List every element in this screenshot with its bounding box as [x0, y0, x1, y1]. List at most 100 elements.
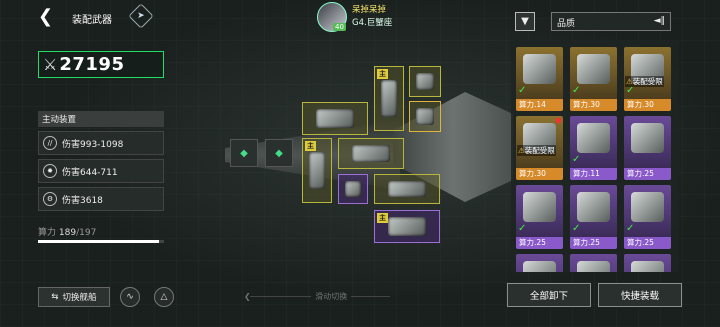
weapon-card[interactable] — [516, 254, 563, 272]
combat-power-panel: ⚔ 27195 — [38, 51, 164, 78]
card-power-label: 算力.30 — [516, 168, 563, 180]
turret-icon — [577, 123, 610, 153]
compute-label: 算力 — [38, 228, 57, 238]
active-skill-2[interactable]: ✸ 伤害644-711 — [38, 159, 164, 183]
turret-icon — [315, 109, 355, 128]
skill-damage-label: 伤害3618 — [62, 195, 103, 206]
turret-icon — [351, 144, 391, 163]
compute-bar-fill — [38, 240, 159, 243]
card-power-label: 算力.14 — [516, 99, 563, 111]
weapon-slot-main[interactable]: 主 — [374, 210, 440, 243]
claw-icon: // — [43, 136, 57, 150]
turret-icon — [523, 261, 556, 272]
main-tag: 主 — [305, 141, 316, 151]
restricted-warning: ⚠装配受限 — [625, 76, 664, 87]
turret-icon — [308, 151, 326, 190]
weapon-slot[interactable] — [338, 138, 404, 169]
active-skill-3[interactable]: ⚙ 伤害3618 — [38, 187, 164, 211]
card-power-label: 算力.25 — [516, 237, 563, 249]
compute-bar — [38, 240, 164, 243]
weapon-card[interactable]: ✓ ⚠装配受限 算力.30 — [624, 47, 671, 111]
empty-slot[interactable]: ◆ — [265, 139, 293, 167]
turret-icon — [577, 261, 610, 272]
card-power-label: 算力.25 — [624, 168, 671, 180]
weapon-card[interactable]: ✓ 算力.30 — [570, 47, 617, 111]
turret-icon — [416, 107, 434, 126]
unload-all-button[interactable]: 全部卸下 — [507, 283, 591, 307]
weapon-slot[interactable] — [409, 66, 441, 97]
turret-icon — [577, 192, 610, 222]
weapon-card[interactable]: 算力.25 — [624, 116, 671, 180]
weapon-card[interactable] — [624, 254, 671, 272]
sort-order-icon: ◄‖ — [653, 16, 665, 26]
back-button[interactable]: ❮ — [38, 8, 54, 26]
wave-icon-button[interactable]: ∿ — [120, 287, 140, 307]
switch-ship-label: 切换舰船 — [62, 293, 97, 303]
weapon-inventory-grid[interactable]: ✓ 算力.14 ✓ 算力.30 ✓ ⚠装配受限 算力.30 ⚠装配受限 算力.30 ✓ 算力.11 算… — [511, 40, 679, 272]
filter-button[interactable]: ▼ — [515, 12, 535, 31]
weapon-card[interactable] — [570, 254, 617, 272]
equipped-check-icon: ✓ — [626, 223, 635, 234]
player-name: 呆掉呆掉 — [352, 5, 387, 15]
player-level-badge: 40 — [333, 23, 346, 31]
new-dot-icon — [556, 118, 561, 123]
gear-icon: ⚙ — [43, 192, 57, 206]
turret-icon — [631, 261, 664, 272]
weapon-card[interactable]: ⚠装配受限算力.30 — [516, 116, 563, 180]
swap-icon: ⇆ — [51, 292, 59, 302]
card-power-label: 算力.25 — [570, 237, 617, 249]
weapon-slot[interactable] — [409, 101, 441, 132]
crossed-swords-icon: ⚔ — [43, 55, 58, 74]
quality-sort-select[interactable]: 品质 ◄‖ — [551, 12, 671, 31]
weapon-card[interactable]: ✓ 算力.25 — [570, 185, 617, 249]
weapon-slot-main[interactable]: 主 — [302, 138, 332, 203]
compute-used: 189 — [58, 228, 77, 238]
weapon-slot[interactable] — [374, 174, 440, 204]
weapon-card[interactable]: ✓ 算力.25 — [624, 185, 671, 249]
card-power-label: 算力.30 — [570, 99, 617, 111]
equipped-check-icon: ✓ — [518, 223, 527, 234]
turret-icon — [380, 79, 398, 118]
triangle-icon-button[interactable]: △ — [154, 287, 174, 307]
equipped-check-icon: ✓ — [518, 85, 527, 96]
card-power-label: 算力.11 — [570, 168, 617, 180]
slide-switch-hint: ❮ 滑动切换 — [244, 291, 352, 302]
burst-icon: ✸ — [43, 164, 57, 178]
equipped-check-icon: ✓ — [572, 85, 581, 96]
slide-hint-label: 滑动切换 — [311, 292, 352, 301]
empty-slot[interactable]: ◆ — [230, 139, 258, 167]
page-title: 装配武器 — [72, 15, 112, 26]
weapon-slot-main[interactable]: 主 — [374, 66, 404, 131]
turret-icon — [523, 54, 556, 84]
card-power-label: 算力.25 — [624, 237, 671, 249]
ship-name: G4.巨蟹座 — [352, 18, 393, 28]
turret-icon — [577, 54, 610, 84]
skill-damage-label: 伤害993-1098 — [62, 139, 124, 150]
funnel-icon: ▼ — [521, 16, 529, 27]
turret-icon — [416, 72, 434, 91]
compute-readout: 算力 189/197 — [38, 225, 96, 238]
quality-sort-label: 品质 — [557, 19, 576, 29]
weapon-slot[interactable] — [302, 102, 368, 135]
main-tag: 主 — [377, 69, 388, 79]
turret-icon — [631, 192, 664, 222]
equipped-check-icon: ✓ — [572, 154, 581, 165]
weapon-card[interactable]: ✓ 算力.11 — [570, 116, 617, 180]
turret-icon — [387, 180, 427, 198]
active-skill-1[interactable]: // 伤害993-1098 — [38, 131, 164, 155]
chevron-left-icon: ❮ — [244, 292, 251, 301]
compute-total: /197 — [76, 228, 97, 238]
weapon-slot[interactable] — [338, 174, 368, 204]
skill-damage-label: 伤害644-711 — [62, 167, 118, 178]
switch-ship-button[interactable]: ⇆ 切换舰船 — [38, 287, 110, 307]
active-devices-header: 主动装置 — [38, 111, 164, 127]
combat-power-value: 27195 — [59, 54, 125, 75]
weapon-card[interactable]: ✓ 算力.25 — [516, 185, 563, 249]
weapon-card[interactable]: ✓ 算力.14 — [516, 47, 563, 111]
quick-equip-button[interactable]: 快捷装载 — [598, 283, 682, 307]
turret-icon — [523, 192, 556, 222]
main-tag: 主 — [377, 213, 388, 223]
equipped-check-icon: ✓ — [572, 223, 581, 234]
restricted-warning: ⚠装配受限 — [517, 145, 556, 156]
turret-icon — [631, 123, 664, 153]
